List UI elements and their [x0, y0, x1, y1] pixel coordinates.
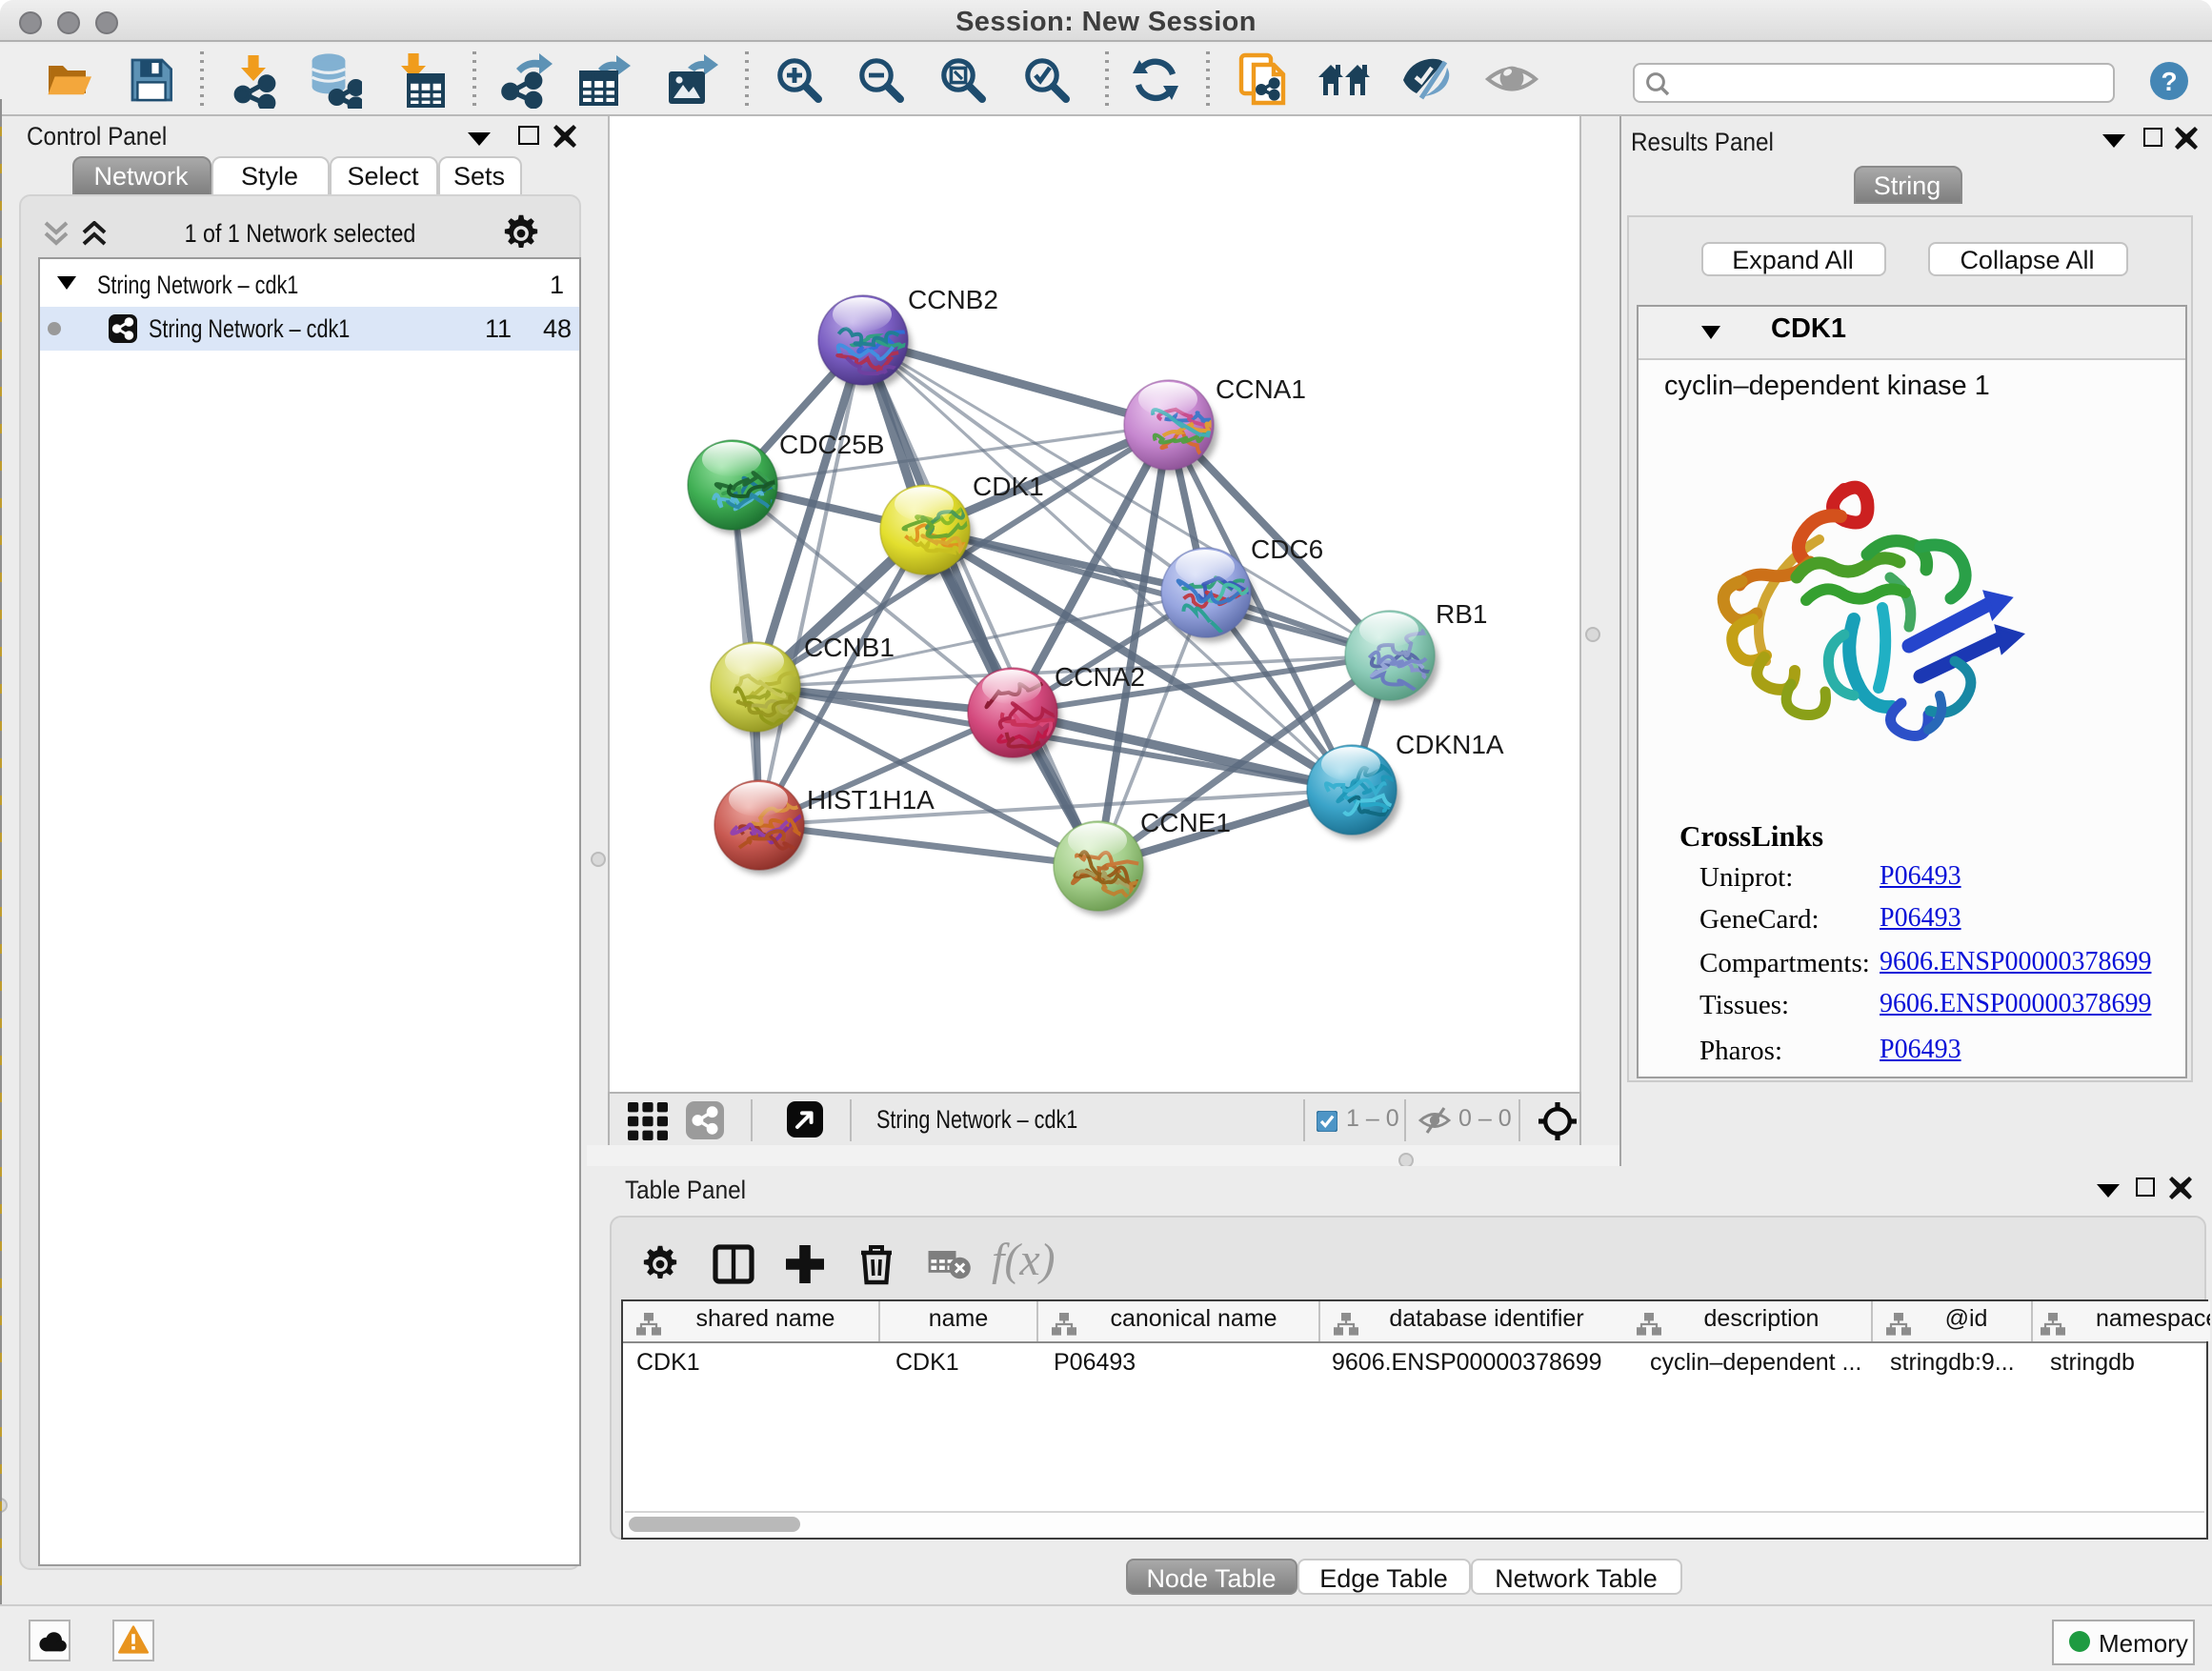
svg-text:CCNB1: CCNB1	[803, 632, 894, 661]
svg-text:HIST1H1A: HIST1H1A	[806, 784, 934, 814]
svg-text:CDKN1A: CDKN1A	[1395, 729, 1503, 758]
svg-text:CCNA2: CCNA2	[1054, 661, 1144, 691]
svg-text:CCNB2: CCNB2	[907, 284, 997, 313]
svg-text:CDC25B: CDC25B	[778, 429, 883, 458]
svg-text:CCNE1: CCNE1	[1139, 807, 1230, 836]
svg-text:CDC6: CDC6	[1250, 534, 1322, 563]
svg-text:RB1: RB1	[1435, 598, 1486, 628]
svg-text:CDK1: CDK1	[972, 471, 1043, 500]
svg-text:CCNA1: CCNA1	[1215, 373, 1305, 403]
svg-text:?: ?	[2161, 67, 2177, 96]
